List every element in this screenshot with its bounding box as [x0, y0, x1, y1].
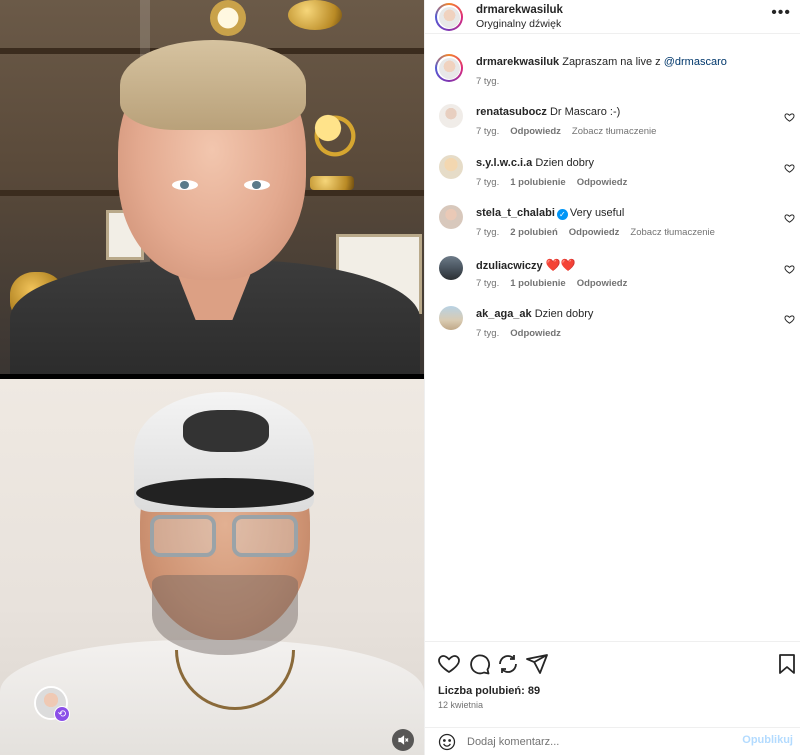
more-options-icon[interactable]: •••	[771, 5, 791, 21]
cap-logo	[183, 410, 269, 452]
comment-time: 7 tyg.	[476, 227, 500, 238]
commenter-avatar[interactable]	[439, 155, 463, 179]
comment-like-heart-icon[interactable]	[784, 163, 795, 174]
comment-time: 7 tyg.	[476, 177, 500, 188]
gyroscope-decor	[300, 96, 370, 176]
comment-like-heart-icon[interactable]	[784, 264, 795, 275]
swap-icon[interactable]: ⟲	[54, 706, 70, 722]
post-header: drmarekwasiluk Oryginalny dźwięk •••	[425, 0, 800, 34]
reply-link[interactable]: Odpowiedz	[510, 328, 561, 339]
like-heart-icon[interactable]	[437, 652, 461, 676]
comment-like-heart-icon[interactable]	[784, 213, 795, 224]
translate-link[interactable]: Zobacz tłumaczenie	[630, 227, 714, 238]
comment-time: 7 tyg.	[476, 328, 500, 339]
comment-body: ❤️❤️	[545, 258, 576, 272]
comment-meta: 7 tyg. 1 polubienie Odpowiedz	[476, 177, 638, 188]
commenter-username[interactable]: dzuliacwiczy	[476, 260, 543, 272]
caption-body: Zapraszam na live z	[562, 56, 661, 68]
comment-likes[interactable]: 2 polubień	[510, 227, 558, 238]
audio-label[interactable]: Oryginalny dźwięk	[476, 18, 561, 30]
caption-time: 7 tyg.	[476, 76, 500, 87]
caption-text: drmarekwasiluk Zapraszam na live z @drma…	[476, 56, 727, 68]
comment-time: 7 tyg.	[476, 126, 500, 137]
reply-link[interactable]: Odpowiedz	[510, 126, 561, 137]
glasses-lens	[232, 515, 298, 557]
post-panel: drmarekwasiluk Oryginalny dźwięk ••• drm…	[424, 0, 800, 755]
comment-likes[interactable]: 1 polubienie	[510, 177, 565, 188]
comment-meta: 7 tyg. Odpowiedz	[476, 328, 572, 339]
commenter-username[interactable]: stela_t_chalabi	[476, 207, 555, 219]
remix-icon[interactable]	[496, 652, 520, 676]
commenter-avatar[interactable]	[439, 205, 463, 229]
verified-badge-icon: ✓	[556, 209, 568, 220]
comment-meta: 7 tyg. 1 polubienie Odpowiedz	[476, 278, 638, 289]
host-hair	[120, 40, 306, 130]
author-avatar[interactable]	[435, 54, 463, 82]
cap-brim	[136, 478, 314, 508]
commenter-avatar[interactable]	[439, 306, 463, 330]
comment-meta: 7 tyg. 2 polubień Odpowiedz Zobacz tłumacze…	[476, 227, 726, 238]
reply-link[interactable]: Odpowiedz	[577, 278, 628, 289]
caption-username[interactable]: drmarekwasiluk	[476, 56, 559, 68]
share-icon[interactable]	[525, 652, 549, 676]
author-avatar[interactable]	[435, 3, 463, 31]
comment-body: Very useful	[569, 207, 625, 219]
comment-text: ak_aga_ak Dzien dobry	[476, 308, 593, 320]
comment-text: renatasubocz Dr Mascaro :-)	[476, 106, 620, 118]
clock-decor	[210, 0, 246, 36]
bookmark-icon[interactable]	[775, 652, 799, 676]
eye	[172, 180, 198, 190]
live-video-area[interactable]: ⟲	[0, 0, 424, 755]
likes-count[interactable]: Liczba polubień: 89	[438, 685, 540, 697]
trophy-base	[310, 176, 354, 190]
commenter-username[interactable]: s.y.l.w.c.i.a	[476, 157, 532, 169]
comment-text: stela_t_chalabi ✓ Very useful	[476, 207, 624, 220]
reply-link[interactable]: Odpowiedz	[577, 177, 628, 188]
comment-icon[interactable]	[467, 652, 491, 676]
eye	[244, 180, 270, 190]
emoji-icon[interactable]	[438, 733, 456, 751]
comment-body: Dzien dobry	[534, 308, 594, 320]
mute-icon[interactable]	[392, 729, 414, 751]
commenter-username[interactable]: renatasubocz	[476, 106, 547, 118]
guest-beard	[152, 575, 298, 655]
comment-text: s.y.l.w.c.i.a Dzien dobry	[476, 157, 594, 169]
commenter-avatar[interactable]	[439, 256, 463, 280]
comment-body: Dzien dobry	[535, 157, 595, 169]
comment-text: dzuliacwiczy ❤️❤️	[476, 258, 576, 272]
comment-time: 7 tyg.	[476, 278, 500, 289]
comment-like-heart-icon[interactable]	[784, 112, 795, 123]
mention-link[interactable]: @drmascaro	[664, 56, 727, 68]
reply-link[interactable]: Odpowiedz	[569, 227, 620, 238]
glasses-lens	[150, 515, 216, 557]
actions-section: Liczba polubień: 89 12 kwietnia Opubliku…	[425, 641, 800, 755]
commenter-avatar[interactable]	[439, 104, 463, 128]
comment-like-heart-icon[interactable]	[784, 314, 795, 325]
post-date: 12 kwietnia	[438, 700, 484, 710]
author-username[interactable]: drmarekwasiluk	[476, 4, 563, 16]
comment-form: Opublikuj	[425, 727, 800, 755]
translate-link[interactable]: Zobacz tłumaczenie	[572, 126, 656, 137]
comment-input[interactable]	[467, 733, 737, 751]
commenter-username[interactable]: ak_aga_ak	[476, 308, 532, 320]
trophy-decor	[288, 0, 342, 30]
comment-likes[interactable]: 1 polubienie	[510, 278, 565, 289]
host-video	[0, 0, 424, 374]
comment-meta: 7 tyg. Odpowiedz Zobacz tłumaczenie	[476, 126, 667, 137]
publish-button[interactable]: Opublikuj	[742, 734, 793, 746]
comment-body: Dr Mascaro :-)	[549, 106, 621, 118]
